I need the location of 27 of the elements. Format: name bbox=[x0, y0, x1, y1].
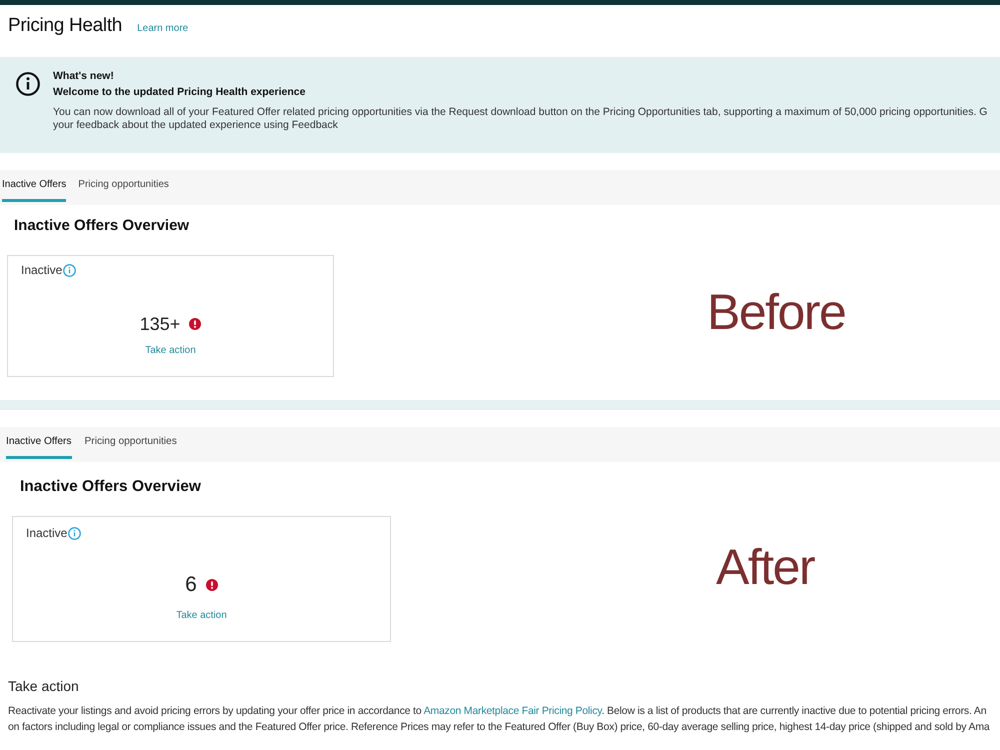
tab[interactable]: Inactive Offers bbox=[6, 427, 72, 459]
comparison-caption: Before bbox=[707, 287, 846, 337]
info-icon[interactable] bbox=[63, 264, 76, 276]
banner-subheading: Welcome to the updated Pricing Health experience bbox=[53, 85, 306, 100]
banner-heading: What's new! bbox=[53, 69, 114, 84]
learn-more-link[interactable]: Learn more bbox=[137, 23, 188, 34]
tab[interactable]: Pricing opportunities bbox=[78, 170, 169, 202]
metric-label: Inactive bbox=[26, 526, 68, 540]
info-icon bbox=[16, 72, 40, 96]
alert-icon bbox=[189, 318, 202, 330]
section-heading: Take action bbox=[8, 677, 79, 695]
description-text: Reactivate your listings and avoid pricing errors by updating your offer price in accordance to Amazon Marketplace Fair Pricing Policy. Below is a list of products that are currently inactive due to potential pricing errors. An on factors including legal or compliance issues and the Featured Offer price. Reference Prices may refer to the Featured Offer (Buy Box) price, 60-day average selling price, highest 14-day price (shipped and sold by Ama bbox=[8, 704, 990, 735]
tab[interactable]: Inactive Offers bbox=[2, 170, 66, 202]
take-action-link[interactable]: Take action bbox=[176, 609, 227, 623]
metric-label: Inactive bbox=[21, 263, 62, 277]
banner-text: You can now download all of your Featured Offer related pricing opportunities via the Request download button on the Pricing Opportunities tab, supporting a maximum of 50,000 pricing opportunities. G your feedback about the updated experience using Feedback bbox=[53, 106, 988, 131]
section-heading: Inactive Offers Overview bbox=[20, 477, 201, 497]
take-action-link[interactable]: Take action bbox=[145, 344, 196, 358]
info-icon[interactable] bbox=[68, 526, 82, 540]
metric-count: 135+ bbox=[140, 313, 180, 336]
policy-link[interactable]: Amazon Marketplace Fair Pricing Policy bbox=[424, 705, 602, 717]
tab[interactable]: Pricing opportunities bbox=[84, 427, 177, 459]
metric-count: 6 bbox=[185, 572, 197, 598]
alert-icon bbox=[206, 579, 218, 591]
comparison-caption: After bbox=[716, 542, 814, 592]
page-title: Pricing Health bbox=[8, 15, 122, 37]
section-heading: Inactive Offers Overview bbox=[14, 216, 190, 236]
